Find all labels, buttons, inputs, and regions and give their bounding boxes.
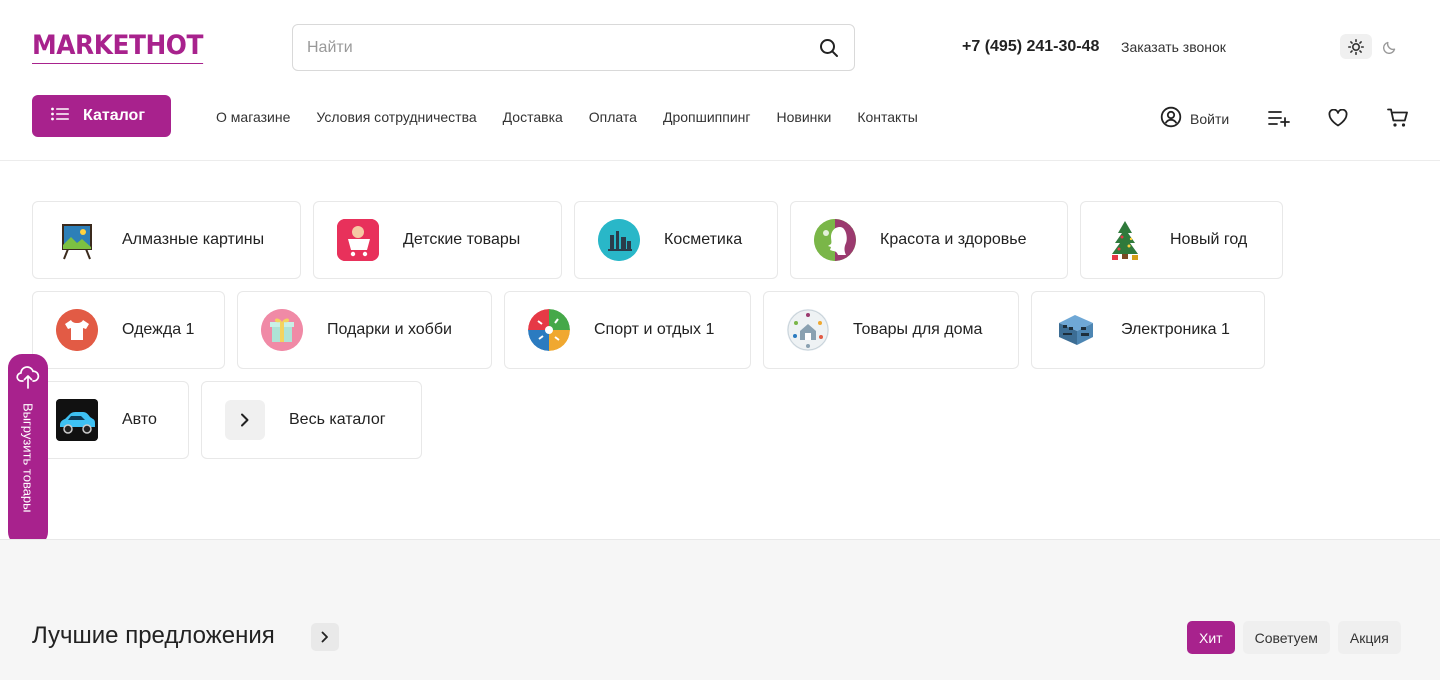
- cloud-upload-icon: [16, 364, 40, 395]
- list-icon: [51, 107, 69, 126]
- category-tile[interactable]: Электроника 1: [1031, 291, 1265, 369]
- nav-item-payment[interactable]: Оплата: [589, 109, 637, 125]
- category-tile[interactable]: Одежда 1: [32, 291, 225, 369]
- category-tile[interactable]: Авто: [32, 381, 189, 459]
- category-tile[interactable]: Товары для дома: [763, 291, 1019, 369]
- main-nav: О магазине Условия сотрудничества Достав…: [216, 109, 918, 125]
- car-icon: [56, 399, 98, 441]
- nav-item-terms[interactable]: Условия сотрудничества: [316, 109, 476, 125]
- home-goods-icon: [787, 309, 829, 351]
- category-tile[interactable]: Красота и здоровье: [790, 201, 1068, 279]
- site-logo[interactable]: MARKETHOT: [32, 30, 203, 64]
- tshirt-icon: [56, 309, 98, 351]
- category-tile[interactable]: Алмазные картины: [32, 201, 301, 279]
- upload-products-label: Выгрузить товары: [20, 403, 36, 513]
- heart-icon[interactable]: [1326, 106, 1350, 130]
- nav-item-about[interactable]: О магазине: [216, 109, 290, 125]
- kids-cart-icon: [337, 219, 379, 261]
- phone-number[interactable]: +7 (495) 241-30-48: [962, 38, 1099, 56]
- category-label: Детские товары: [403, 231, 521, 248]
- beauty-face-icon: [814, 219, 856, 261]
- cosmetics-icon: [598, 219, 640, 261]
- section-title: Лучшие предложения: [32, 622, 275, 649]
- easel-painting-icon: [56, 219, 98, 261]
- header-divider: [0, 160, 1440, 161]
- category-label: Товары для дома: [853, 321, 983, 338]
- chevron-right-icon[interactable]: [311, 623, 339, 651]
- category-tile[interactable]: Новый год: [1080, 201, 1283, 279]
- filter-sale[interactable]: Акция: [1337, 621, 1401, 654]
- sun-icon[interactable]: [1340, 34, 1372, 59]
- category-label: Одежда 1: [122, 321, 195, 338]
- sport-icon: [528, 309, 570, 351]
- category-label: Косметика: [664, 231, 743, 248]
- search-icon[interactable]: [818, 37, 840, 59]
- category-label: Спорт и отдых 1: [594, 321, 715, 338]
- category-label: Авто: [122, 411, 157, 428]
- category-label: Новый год: [1170, 231, 1248, 248]
- nav-item-delivery[interactable]: Доставка: [503, 109, 563, 125]
- filter-recommend[interactable]: Советуем: [1242, 621, 1330, 654]
- category-label: Красота и здоровье: [880, 231, 1027, 248]
- upload-products-tab[interactable]: Выгрузить товары: [8, 354, 48, 546]
- category-tile[interactable]: Косметика: [574, 201, 778, 279]
- category-label: Алмазные картины: [122, 231, 265, 248]
- electronics-icon: [1055, 309, 1097, 351]
- cart-icon[interactable]: [1386, 106, 1410, 130]
- login-button[interactable]: Войти: [1160, 106, 1229, 131]
- nav-item-contacts[interactable]: Контакты: [857, 109, 917, 125]
- filter-hit[interactable]: Хит: [1187, 621, 1235, 654]
- category-label: Электроника 1: [1121, 321, 1230, 338]
- best-offers-section: [0, 539, 1440, 680]
- gift-icon: [261, 309, 303, 351]
- all-catalog-label: Весь каталог: [289, 411, 386, 428]
- theme-switcher: [1340, 34, 1400, 59]
- moon-icon[interactable]: [1380, 34, 1400, 59]
- compare-list-icon[interactable]: [1267, 106, 1291, 130]
- offer-filters: Хит Советуем Акция: [1187, 621, 1401, 654]
- category-tile[interactable]: Детские товары: [313, 201, 562, 279]
- nav-item-dropshipping[interactable]: Дропшиппинг: [663, 109, 751, 125]
- all-catalog-tile[interactable]: Весь каталог: [201, 381, 422, 459]
- category-tile[interactable]: Спорт и отдых 1: [504, 291, 751, 369]
- catalog-button[interactable]: Каталог: [32, 95, 171, 137]
- user-icon: [1160, 106, 1182, 131]
- chevron-right-icon: [225, 400, 265, 440]
- category-label: Подарки и хобби: [327, 321, 452, 338]
- callback-link[interactable]: Заказать звонок: [1121, 39, 1226, 55]
- search-input[interactable]: [307, 38, 818, 57]
- search-bar: [292, 24, 855, 71]
- category-tile[interactable]: Подарки и хобби: [237, 291, 492, 369]
- login-label: Войти: [1190, 110, 1230, 127]
- christmas-tree-icon: [1104, 219, 1146, 261]
- nav-item-new[interactable]: Новинки: [776, 109, 831, 125]
- catalog-button-label: Каталог: [83, 107, 145, 124]
